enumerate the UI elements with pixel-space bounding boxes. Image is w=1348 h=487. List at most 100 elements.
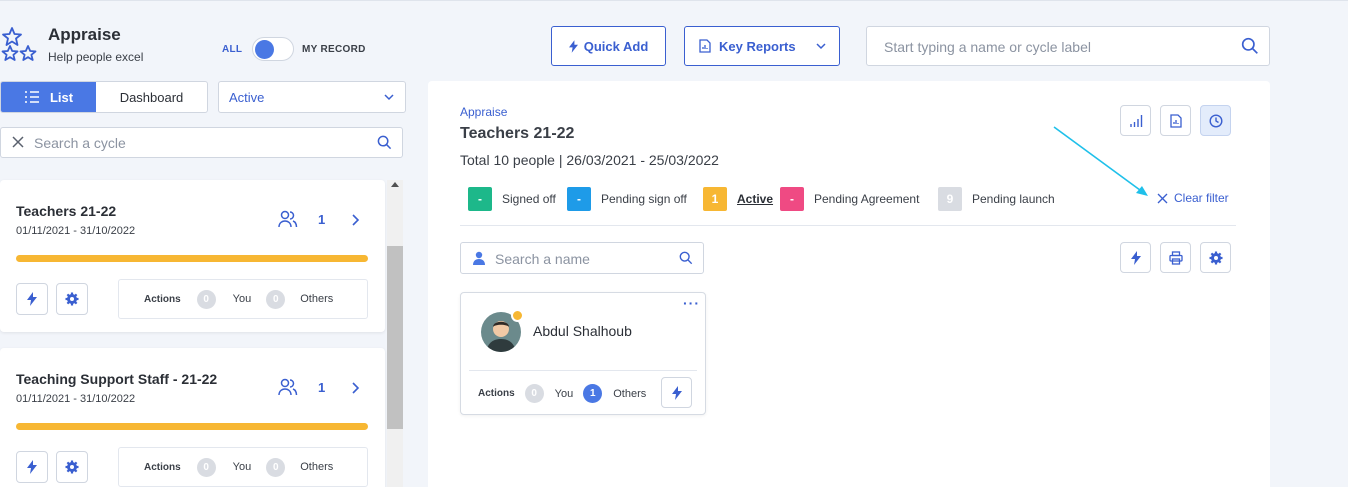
bulk-action-button[interactable] — [1120, 242, 1151, 273]
cycle-search-placeholder: Search a cycle — [34, 135, 126, 151]
chevron-down-icon — [816, 43, 826, 50]
cycle-people-count: 1 — [318, 212, 326, 227]
people-icon — [278, 210, 298, 228]
actions-label: Actions — [144, 461, 181, 473]
person-card[interactable]: Abdul Shalhoub ··· Actions 0 You 1 Other… — [460, 292, 706, 415]
divider — [460, 225, 1236, 226]
lightning-icon — [671, 385, 682, 400]
clear-icon[interactable] — [11, 135, 25, 149]
report-file-icon — [1169, 113, 1182, 128]
lightning-icon — [27, 292, 37, 306]
view-switch: List Dashboard — [0, 81, 208, 113]
search-icon[interactable] — [377, 135, 392, 150]
list-icon — [24, 91, 39, 103]
legend-pending-agreement[interactable]: - Pending Agreement — [780, 187, 919, 211]
legend-label: Pending Agreement — [814, 192, 920, 206]
search-icon[interactable] — [1241, 37, 1259, 55]
toggle-knob — [255, 40, 274, 59]
printer-icon — [1168, 250, 1183, 265]
legend-pending-sign-off[interactable]: - Pending sign off — [567, 187, 687, 211]
search-icon[interactable] — [679, 251, 693, 265]
actions-label: Actions — [144, 293, 181, 305]
all-my-record-toggle[interactable] — [252, 37, 294, 61]
legend-label: Signed off — [502, 192, 556, 206]
legend-pending-launch[interactable]: 9 Pending launch — [938, 187, 1055, 211]
settings-button[interactable] — [56, 451, 88, 483]
app-title: Appraise — [48, 25, 121, 44]
cycle-summary: Total 10 people | 26/03/2021 - 25/03/202… — [460, 152, 719, 168]
name-search-input[interactable]: Search a name — [460, 242, 704, 274]
tab-list[interactable]: List — [1, 82, 96, 112]
tab-dashboard-label: Dashboard — [119, 89, 184, 105]
scrollbar-thumb[interactable] — [387, 246, 403, 429]
status-filter-value: Active — [229, 90, 265, 105]
cycle-progress-bar — [16, 255, 368, 262]
lightning-icon — [568, 39, 578, 53]
status-filter-select[interactable]: Active — [218, 81, 406, 113]
breadcrumb[interactable]: Appraise — [460, 105, 507, 119]
clear-filter-link[interactable]: Clear filter — [1157, 191, 1229, 205]
appraise-stars-icon — [0, 26, 40, 66]
person-name[interactable]: Abdul Shalhoub — [533, 323, 632, 339]
legend-label: Pending sign off — [601, 192, 687, 206]
history-button[interactable] — [1200, 105, 1231, 136]
legend-label: Pending launch — [972, 192, 1055, 206]
chevron-right-icon[interactable] — [350, 213, 360, 227]
gear-icon — [65, 460, 79, 474]
status-dot — [511, 309, 524, 322]
quick-action-button[interactable] — [661, 377, 692, 408]
cycle-dates: 01/11/2021 - 31/10/2022 — [16, 225, 136, 237]
app-subtitle: Help people excel — [48, 50, 144, 64]
cycle-search-input[interactable]: Search a cycle — [0, 127, 403, 158]
others-count-badge: 1 — [583, 384, 603, 403]
global-search-placeholder: Start typing a name or cycle label — [884, 39, 1091, 55]
legend-count: 1 — [703, 187, 727, 211]
others-count-badge: 0 — [266, 289, 286, 309]
quick-action-button[interactable] — [16, 283, 48, 315]
page-title: Teachers 21-22 — [460, 125, 575, 142]
scroll-up-arrow-icon[interactable] — [391, 182, 399, 187]
cycle-progress-bar — [16, 423, 368, 430]
others-label: Others — [613, 387, 647, 400]
global-search-input[interactable]: Start typing a name or cycle label — [866, 26, 1270, 66]
quick-action-button[interactable] — [16, 451, 48, 483]
toggle-my-record-label: MY RECORD — [302, 44, 366, 55]
legend-signed-off[interactable]: - Signed off — [468, 187, 556, 211]
quick-add-button[interactable]: Quick Add — [551, 26, 666, 66]
legend-active[interactable]: 1 Active — [703, 187, 773, 211]
you-count-badge: 0 — [196, 457, 216, 477]
print-button[interactable] — [1160, 242, 1191, 273]
report-button[interactable] — [1160, 105, 1191, 136]
cycle-action-summary: Actions 0 You 0 Others — [118, 447, 368, 487]
key-reports-dropdown[interactable]: Key Reports — [684, 26, 840, 66]
divider — [469, 370, 697, 371]
you-label: You — [232, 461, 252, 473]
clock-icon — [1208, 113, 1223, 128]
cycle-title: Teaching Support Staff - 21-22 — [16, 371, 218, 387]
legend-count: - — [468, 187, 492, 211]
gear-icon — [65, 292, 79, 306]
you-label: You — [554, 387, 574, 400]
user-icon — [473, 251, 485, 265]
chevron-right-icon[interactable] — [350, 381, 360, 395]
key-reports-label: Key Reports — [719, 38, 796, 54]
annotation-arrow-icon — [1053, 126, 1148, 196]
clear-filter-label: Clear filter — [1174, 191, 1229, 205]
settings-button[interactable] — [1200, 242, 1231, 273]
quick-add-label: Quick Add — [583, 38, 649, 54]
legend-count: 9 — [938, 187, 962, 211]
toggle-all-label: ALL — [222, 44, 243, 55]
settings-button[interactable] — [56, 283, 88, 315]
legend-count: - — [567, 187, 591, 211]
tab-dashboard[interactable]: Dashboard — [96, 82, 207, 112]
chevron-down-icon — [384, 94, 394, 101]
person-action-summary: Actions 0 You 1 Others — [478, 384, 646, 403]
others-count-badge: 0 — [266, 457, 286, 477]
cycle-card[interactable]: Teaching Support Staff - 21-22 01/11/202… — [0, 348, 385, 487]
tab-list-label: List — [49, 89, 74, 105]
cycle-card[interactable]: Teachers 21-22 01/11/2021 - 31/10/2022 1… — [0, 180, 385, 332]
cycle-list-scrollbar[interactable] — [387, 180, 403, 487]
more-options-icon[interactable]: ··· — [683, 295, 700, 311]
legend-label: Active — [737, 192, 774, 206]
others-label: Others — [300, 461, 334, 473]
